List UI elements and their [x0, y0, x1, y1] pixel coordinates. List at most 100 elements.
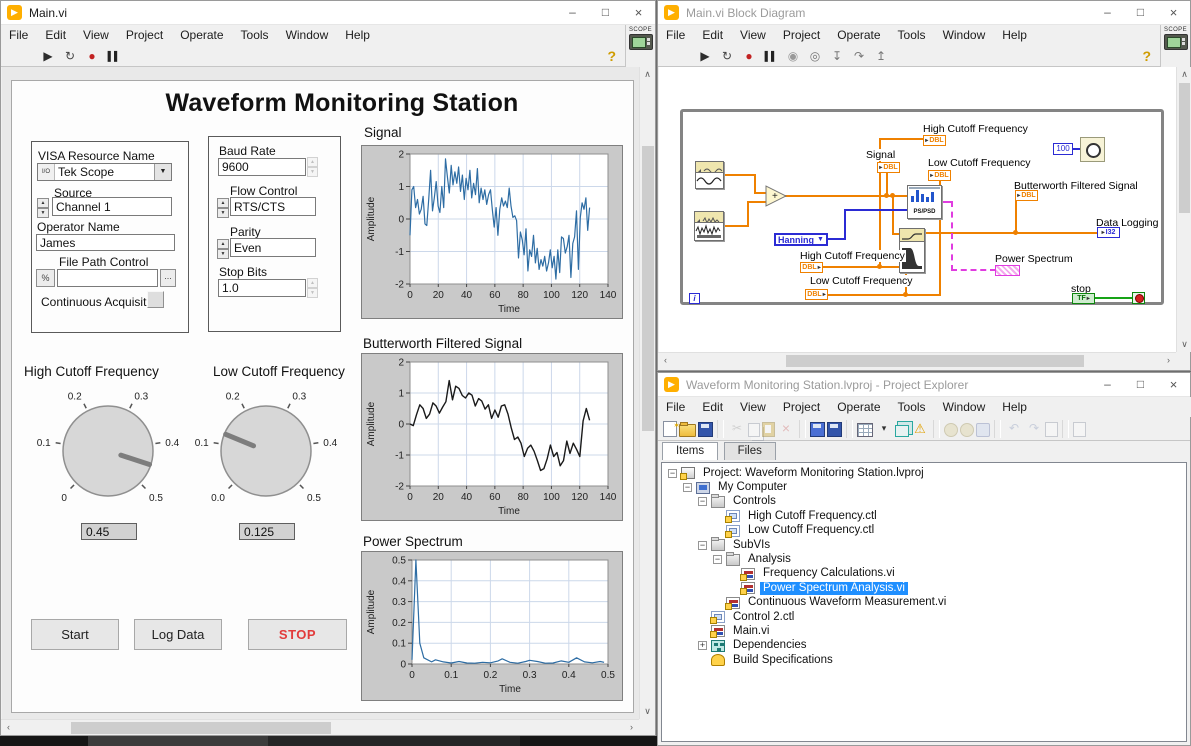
menu-edit[interactable]: Edit [45, 28, 66, 42]
scroll-left-icon[interactable]: ‹ [658, 353, 673, 368]
deploy-icon[interactable] [960, 423, 974, 437]
tree-item-build-specifications[interactable]: Build Specifications [662, 653, 1186, 667]
menu-edit[interactable]: Edit [702, 28, 723, 42]
step-out-icon[interactable]: ↥ [872, 47, 890, 65]
run-continuous-icon[interactable]: ↻ [61, 47, 79, 65]
close-button[interactable]: × [1157, 1, 1190, 24]
hanning-combo[interactable]: Hanning▼ [774, 233, 828, 246]
close-button[interactable]: × [1157, 373, 1190, 396]
high-cutoff-dial[interactable]: 00.10.20.30.40.5 [26, 379, 186, 507]
high-cutoff-control-terminal[interactable]: DBL [800, 262, 823, 273]
tab-items[interactable]: Items [662, 442, 718, 460]
baud-rate-spinner[interactable]: ▲▼ [307, 157, 318, 177]
tree-item-project-waveform-monitoring-station-lvproj[interactable]: −Project: Waveform Monitoring Station.lv… [662, 466, 1186, 480]
low-cutoff-dial[interactable]: 0.00.10.20.30.40.5 [184, 379, 344, 507]
pause-icon[interactable]: ▌▌ [105, 47, 123, 65]
build-icon[interactable] [944, 423, 958, 437]
menu-help[interactable]: Help [1002, 28, 1027, 42]
front-panel-hscrollbar[interactable]: ‹ › [1, 719, 639, 735]
redo-icon[interactable]: ↷ [1025, 420, 1043, 437]
iteration-terminal[interactable]: i [689, 293, 700, 304]
tree-item-continuous-waveform-measurement-vi[interactable]: Continuous Waveform Measurement.vi [662, 596, 1186, 610]
tree-item-dependencies[interactable]: +Dependencies [662, 639, 1186, 653]
warnings-icon[interactable]: ⚠ [911, 420, 929, 437]
sine-waveform-vi-icon[interactable] [695, 161, 724, 189]
tree-item-subvis[interactable]: −SubVIs [662, 538, 1186, 552]
tree-item-analysis[interactable]: −Analysis [662, 552, 1186, 566]
add-function[interactable]: + [765, 185, 787, 207]
open-project-icon[interactable] [679, 424, 696, 437]
run-on-target-icon[interactable] [976, 423, 990, 437]
abort-icon[interactable]: ● [740, 47, 758, 65]
low-cutoff-indicator-terminal[interactable]: DBL [928, 170, 951, 181]
block-diagram-hscrollbar[interactable]: ‹ › [658, 352, 1176, 368]
menu-view[interactable]: View [740, 400, 766, 414]
front-panel-titlebar[interactable]: ▶ Main.vi – □ × [1, 1, 655, 25]
cut-icon[interactable]: ✂ [728, 420, 746, 437]
spectral-measurements-vi-icon[interactable]: PS/PSD [907, 185, 942, 219]
expand-toggle-minus[interactable]: − [698, 497, 707, 506]
hscroll-thumb[interactable] [786, 355, 1084, 367]
tree-item-frequency-calculations-vi[interactable]: Frequency Calculations.vi [662, 567, 1186, 581]
menu-project[interactable]: Project [126, 28, 163, 42]
menu-window[interactable]: Window [286, 28, 329, 42]
view-columns-icon[interactable] [857, 423, 873, 437]
scroll-right-icon[interactable]: › [624, 720, 639, 735]
wait-ms-constant[interactable]: 100 [1053, 143, 1073, 155]
stop-bits-field[interactable]: 1.0 [218, 279, 306, 297]
noise-waveform-vi-icon[interactable] [694, 211, 724, 241]
high-cutoff-value[interactable]: 0.45 [81, 523, 137, 540]
block-diagram-titlebar[interactable]: ▶ Main.vi Block Diagram – □ × [658, 1, 1190, 25]
source-field[interactable]: Channel 1 [52, 197, 172, 216]
menu-project[interactable]: Project [783, 28, 820, 42]
front-panel-vscrollbar[interactable]: ∧ ∨ [639, 67, 655, 719]
project-explorer-titlebar[interactable]: ▶ Waveform Monitoring Station.lvproj - P… [658, 373, 1190, 397]
menu-tools[interactable]: Tools [898, 400, 926, 414]
expand-toggle-minus[interactable]: − [698, 541, 707, 550]
scroll-down-icon[interactable]: ∨ [1177, 337, 1191, 352]
abort-icon[interactable]: ● [83, 47, 101, 65]
save-project-icon[interactable] [827, 422, 842, 437]
scroll-left-icon[interactable]: ‹ [1, 720, 16, 735]
step-into-icon[interactable]: ↧ [828, 47, 846, 65]
visa-resource-combo[interactable]: I/O Tek Scope ▼ [37, 163, 172, 181]
menu-file[interactable]: File [666, 28, 685, 42]
tree-item-high-cutoff-frequency-ctl[interactable]: High Cutoff Frequency.ctl [662, 509, 1186, 523]
menu-tools[interactable]: Tools [241, 28, 269, 42]
menu-file[interactable]: File [666, 400, 685, 414]
paste-icon[interactable] [762, 422, 775, 437]
delete-icon[interactable]: × [777, 420, 795, 437]
block-diagram-vscrollbar[interactable]: ∧ ∨ [1176, 67, 1191, 352]
resolve-conflicts-icon[interactable] [810, 422, 825, 437]
tab-files[interactable]: Files [724, 442, 776, 460]
close-button[interactable]: × [622, 1, 655, 24]
source-spinner[interactable]: ▲▼ [37, 198, 49, 216]
scroll-up-icon[interactable]: ∧ [1177, 67, 1191, 82]
low-cutoff-control-terminal[interactable]: DBL [805, 289, 828, 300]
context-help-icon[interactable]: ? [607, 48, 616, 64]
path-type-icon[interactable]: % [36, 269, 55, 287]
flow-control-spinner[interactable]: ▲▼ [217, 198, 229, 216]
file-path-field[interactable] [57, 269, 158, 287]
menu-operate[interactable]: Operate [837, 28, 880, 42]
start-button[interactable]: Start [31, 619, 119, 650]
menu-help[interactable]: Help [345, 28, 370, 42]
expand-toggle-plus[interactable]: + [698, 641, 707, 650]
menu-window[interactable]: Window [943, 28, 986, 42]
tree-item-controls[interactable]: −Controls [662, 495, 1186, 509]
low-cutoff-value[interactable]: 0.125 [239, 523, 295, 540]
save-all-icon[interactable] [698, 422, 713, 437]
copy-icon[interactable] [748, 423, 760, 437]
data-logging-terminal[interactable]: I32 [1097, 227, 1120, 238]
hscroll-thumb[interactable] [71, 722, 331, 734]
compare-icon[interactable] [1045, 422, 1058, 437]
power-spectrum-terminal[interactable] [995, 265, 1020, 276]
minimize-button[interactable]: – [1091, 1, 1124, 24]
tree-item-main-vi[interactable]: Main.vi [662, 624, 1186, 638]
vi-icon-scope[interactable]: SCOPE [1160, 25, 1190, 67]
minimize-button[interactable]: – [1091, 373, 1124, 396]
pause-icon[interactable]: ▌▌ [762, 47, 780, 65]
flow-control-field[interactable]: RTS/CTS [230, 197, 316, 216]
view-columns-dropdown-icon[interactable]: ▾ [875, 420, 893, 437]
menu-file[interactable]: File [9, 28, 28, 42]
